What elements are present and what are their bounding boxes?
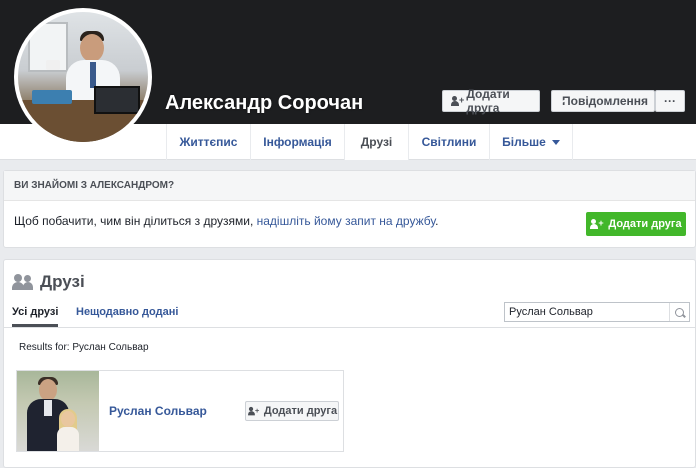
friend-photo[interactable] — [17, 371, 99, 451]
more-icon: ··· — [664, 94, 676, 108]
add-friend-icon: + — [451, 95, 464, 107]
tab-friends[interactable]: Друзі — [344, 124, 408, 160]
add-friend-button[interactable]: + Додати друга — [442, 87, 540, 115]
add-friend-green-button[interactable]: + Додати друга — [586, 212, 686, 236]
caret-down-icon — [551, 139, 560, 145]
results-label: Results for: Руслан Сольвар — [19, 342, 149, 353]
friend-add-button[interactable]: + Додати друга — [245, 401, 339, 421]
friend-request-prompt: ВИ ЗНАЙОМІ З АЛЕКСАНДРОМ? Щоб побачити, … — [3, 170, 696, 248]
profile-picture[interactable] — [14, 8, 152, 146]
friends-heading: Друзі — [12, 272, 85, 292]
friend-result-card: Руслан Сольвар + Додати друга — [16, 370, 344, 452]
tab-all-friends[interactable]: Усі друзі — [12, 306, 58, 318]
profile-name[interactable]: Александр Сорочан — [165, 92, 363, 115]
friends-search — [504, 302, 690, 322]
more-options-button[interactable]: ··· — [655, 90, 685, 112]
add-friend-icon: + — [590, 218, 604, 230]
tab-more-label: Більше — [502, 135, 546, 149]
friends-section: Друзі Усі друзі Нещодавно додані Results… — [3, 259, 696, 468]
search-icon — [675, 307, 684, 317]
message-label: Повідомлення — [562, 94, 648, 108]
send-request-link[interactable]: надішліть йому запит на дружбу — [257, 214, 436, 228]
tab-recently-added[interactable]: Нещодавно додані — [76, 306, 178, 318]
friends-icon — [12, 274, 34, 290]
add-friend-label: Додати друга — [466, 87, 510, 115]
tab-photos[interactable]: Світлини — [408, 124, 489, 160]
prompt-text: Щоб побачити, чим він ділиться з друзями… — [14, 214, 439, 228]
friends-search-input[interactable] — [505, 303, 669, 321]
add-friend-green-label: Додати друга — [608, 218, 682, 230]
add-friend-icon: + — [247, 406, 260, 415]
friends-title: Друзі — [40, 272, 85, 291]
friend-name[interactable]: Руслан Сольвар — [109, 404, 207, 418]
search-button[interactable] — [669, 303, 689, 321]
message-button[interactable]: Повідомлення — [551, 90, 655, 112]
tab-timeline[interactable]: Життєпис — [166, 124, 250, 160]
prompt-heading: ВИ ЗНАЙОМІ З АЛЕКСАНДРОМ? — [4, 171, 695, 201]
prompt-text-suffix: . — [435, 214, 439, 228]
tab-about[interactable]: Інформація — [250, 124, 344, 160]
friend-add-label: Додати друга — [263, 405, 338, 417]
divider — [4, 327, 695, 328]
tab-more[interactable]: Більше — [489, 124, 573, 160]
prompt-text-prefix: Щоб побачити, чим він ділиться з друзями… — [14, 214, 257, 228]
